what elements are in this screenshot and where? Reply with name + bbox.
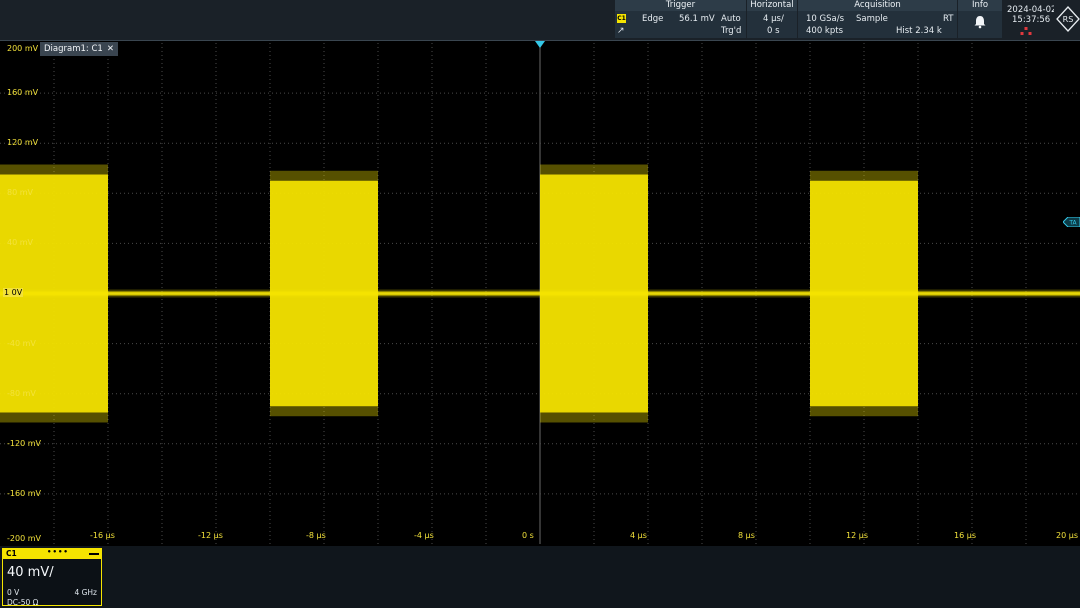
logo-text: RS — [1063, 15, 1074, 24]
channel-coupling: DC-50 Ω — [7, 598, 39, 607]
acquisition-title: Acquisition — [798, 0, 957, 11]
horizontal-title: Horizontal — [747, 0, 797, 11]
channel-c1-box[interactable]: C1 •••• 40 mV/ 0 V 4 GHz DC-50 Ω — [2, 547, 102, 607]
status-bar: Trigger C1 ↗ Edge 56.1 mV Auto Trg'd Hor… — [0, 0, 1080, 40]
history-count: Hist 2.34 k — [896, 26, 942, 36]
minimize-icon[interactable] — [89, 553, 99, 555]
rohde-schwarz-logo: RS — [1054, 0, 1080, 38]
burst — [810, 180, 918, 407]
x-tick-label: 12 µs — [846, 531, 868, 540]
sample-rate: 10 GSa/s — [806, 14, 845, 24]
datetime-panel: 2024-04-02 15:37:56 — [1003, 0, 1056, 38]
y-tick-label: 120 mV — [7, 138, 39, 148]
realtime-indicator: RT — [943, 14, 954, 24]
y-tick-label: -120 mV — [7, 438, 41, 448]
svg-text:TA: TA — [1068, 220, 1077, 227]
horizontal-scale: 4 µs/ — [763, 14, 784, 24]
y-tick-label: -40 mV — [7, 338, 36, 348]
record-length: 400 kpts — [806, 26, 844, 36]
x-tick-label: 20 µs — [1056, 531, 1078, 540]
signal-bar: C1 •••• 40 mV/ 0 V 4 GHz DC-50 Ω — [0, 546, 1080, 608]
channel-offset: 0 V — [7, 588, 20, 597]
trigger-mode: Auto — [721, 14, 741, 24]
y-tick-label: 80 mV — [7, 188, 33, 198]
trigger-panel[interactable]: Trigger C1 ↗ Edge 56.1 mV Auto Trg'd — [615, 0, 746, 38]
trigger-title: Trigger — [615, 0, 746, 11]
channel-scale: 40 mV/ — [7, 565, 54, 580]
info-title: Info — [958, 0, 1002, 11]
x-tick-label: -16 µs — [90, 531, 115, 540]
y-tick-label: -200 mV — [7, 534, 41, 543]
y-tick-label: -160 mV — [7, 488, 41, 498]
bell-icon[interactable] — [973, 15, 987, 29]
diagram-tab-label: Diagram1: C1 — [44, 44, 103, 54]
y-tick-label: -80 mV — [7, 388, 36, 398]
waveform-plot[interactable] — [0, 41, 1080, 546]
trigger-level-marker[interactable]: TA — [1063, 217, 1080, 227]
channel-name: C1 — [6, 549, 17, 558]
y-tick-label: 200 mV — [7, 44, 39, 53]
x-tick-label: 0 s — [522, 531, 534, 540]
x-tick-label: 4 µs — [630, 531, 647, 540]
channel-offset-marker[interactable]: 1 0V — [3, 288, 24, 297]
x-tick-label: -4 µs — [414, 531, 434, 540]
x-tick-label: 8 µs — [738, 531, 755, 540]
channel-c1-header: C1 •••• — [3, 547, 101, 559]
edge-slope-icon: ↗ — [617, 26, 625, 36]
x-tick-label: -12 µs — [198, 531, 223, 540]
burst — [270, 180, 378, 407]
diagram-tab[interactable]: Diagram1: C1 ✕ — [40, 42, 118, 56]
trigger-position-marker[interactable] — [535, 41, 545, 48]
x-tick-label: -8 µs — [306, 531, 326, 540]
waveform-diagram[interactable]: Diagram1: C1 ✕ TA 200 mV 160 mV 120 mV 80 mV… — [0, 40, 1080, 546]
drag-handle-icon[interactable]: •••• — [47, 547, 69, 557]
trigger-state: Trg'd — [721, 26, 742, 36]
burst — [540, 174, 648, 413]
acquisition-panel[interactable]: Acquisition 10 GSa/s Sample RT 400 kpts … — [798, 0, 957, 38]
x-tick-label: 16 µs — [954, 531, 976, 540]
y-tick-label: 40 mV — [7, 238, 33, 248]
trigger-type: Edge — [642, 14, 664, 24]
network-icon — [1020, 27, 1032, 35]
trigger-level: 56.1 mV — [679, 14, 715, 24]
horizontal-panel[interactable]: Horizontal 4 µs/ 0 s — [747, 0, 797, 38]
trigger-channel-badge: C1 — [617, 14, 626, 23]
channel-bandwidth: 4 GHz — [74, 588, 97, 597]
time: 15:37:56 — [1012, 15, 1051, 25]
horizontal-position: 0 s — [767, 26, 780, 36]
close-icon[interactable]: ✕ — [107, 44, 114, 54]
acquisition-mode: Sample — [856, 14, 888, 24]
info-panel[interactable]: Info — [958, 0, 1002, 38]
y-tick-label: 160 mV — [7, 88, 39, 98]
